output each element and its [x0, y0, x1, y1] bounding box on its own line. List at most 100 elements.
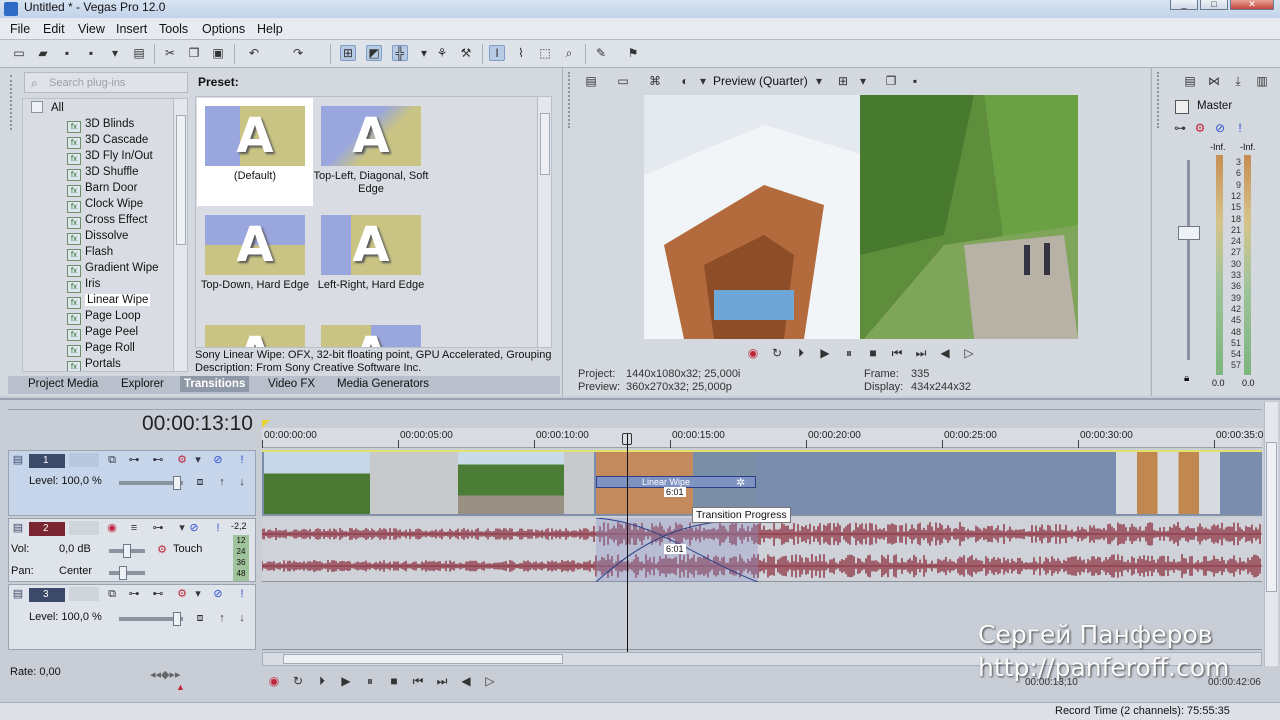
quality-dropdown-arrow[interactable]: ▾ — [811, 73, 827, 89]
preset-left-right[interactable]: A Left-Right, Hard Edge — [313, 207, 429, 315]
menu-options[interactable]: Options — [202, 22, 245, 36]
tab-transitions[interactable]: Transitions — [180, 376, 250, 392]
panel-grip[interactable] — [1157, 72, 1165, 128]
play-from-start-icon[interactable]: ⏵ — [793, 345, 809, 361]
pause-icon[interactable]: ⏸ — [841, 345, 857, 361]
video-clip-walkway[interactable] — [458, 452, 564, 514]
dropdown-icon[interactable]: ▾ — [416, 45, 432, 61]
what-is-this-icon[interactable]: ⚑ — [625, 45, 641, 61]
transition-region[interactable]: Linear Wipe 6:01 ✲ — [596, 452, 758, 514]
ignore-grouping-icon[interactable]: ⚘ — [434, 45, 450, 61]
master-lock-icon[interactable]: 🔒︎ — [1184, 373, 1189, 384]
tab-explorer[interactable]: Explorer — [121, 378, 164, 390]
menu-insert[interactable]: Insert — [116, 22, 147, 36]
next-frame-icon[interactable]: ▷ — [961, 345, 977, 361]
cut-icon[interactable]: ✂ — [162, 45, 178, 61]
paint-icon[interactable]: ✎ — [593, 45, 609, 61]
compositing-mode-icon[interactable]: ⊷ — [151, 587, 165, 601]
play-icon[interactable]: ▶ — [817, 345, 833, 361]
preset-top-down[interactable]: A Top-Down, Hard Edge — [197, 207, 313, 315]
maximize-button[interactable]: □ — [1200, 0, 1228, 10]
record-icon[interactable]: ◉ — [745, 345, 761, 361]
loop-icon[interactable]: ↻ — [290, 673, 306, 689]
level-slider[interactable] — [119, 612, 183, 626]
track-header-video-3[interactable]: ▤ 3 ⧉ ⊶ ⊷ ⚙ ▾ ⊘ ! Level: 100,0 % ⧈ ↑ ↓ — [8, 584, 256, 650]
copy-snapshot-icon[interactable]: ❐ — [883, 73, 899, 89]
track-name-field[interactable] — [69, 587, 99, 601]
master-record-icon[interactable]: ⚙ — [1192, 120, 1208, 136]
make-compositing-child-icon[interactable]: ↑ — [215, 475, 229, 489]
prev-frame-icon[interactable]: ◀ — [937, 345, 953, 361]
automation-icon[interactable]: ⚙ — [155, 543, 169, 557]
lock-envelopes-icon[interactable]: ╬ — [392, 45, 408, 61]
track-expand-icon[interactable]: ▤ — [11, 453, 25, 467]
external-monitor-icon[interactable]: ▭ — [615, 73, 631, 89]
next-frame-icon[interactable]: ▷ — [482, 673, 498, 689]
panel-grip[interactable] — [568, 72, 576, 128]
master-fx-icon[interactable]: ⊶ — [1172, 120, 1188, 136]
pause-icon[interactable]: ⏸ — [362, 673, 378, 689]
stop-icon[interactable]: ■ — [386, 673, 402, 689]
preset-scrollbar[interactable] — [537, 97, 551, 347]
auto-crossfade-icon[interactable]: ⚒ — [458, 45, 474, 61]
overlays-dropdown-icon[interactable]: ▾ — [855, 73, 871, 89]
menu-help[interactable]: Help — [257, 22, 283, 36]
mute-icon[interactable]: ⊘ — [187, 521, 201, 535]
tree-item-transition[interactable]: fx Gradient Wipe — [67, 261, 159, 277]
tab-video-fx[interactable]: Video FX — [268, 378, 315, 390]
mixer-properties-icon[interactable]: ▤ — [1182, 73, 1198, 89]
preset-more[interactable]: A — [197, 317, 313, 347]
save-icon[interactable]: ▪ — [59, 45, 75, 61]
timeline-vertical-scrollbar[interactable] — [1264, 402, 1278, 666]
envelope-tool-icon[interactable]: ⌇ — [513, 45, 529, 61]
tree-item-transition[interactable]: fx 3D Blinds — [67, 117, 134, 133]
track-expand-icon[interactable]: ▤ — [11, 587, 25, 601]
track-settings-icon[interactable]: ⚙ — [175, 587, 189, 601]
go-to-end-icon[interactable]: ⏭ — [434, 673, 450, 689]
preview-properties-icon[interactable]: ▤ — [583, 73, 599, 89]
mute-icon[interactable]: ⊘ — [211, 587, 225, 601]
tree-item-transition[interactable]: fx Dissolve — [67, 229, 128, 245]
track-motion-icon[interactable]: ⧉ — [105, 453, 119, 467]
tree-item-transition[interactable]: fx 3D Fly In/Out — [67, 149, 153, 165]
go-to-end-icon[interactable]: ⏭ — [913, 345, 929, 361]
video-clip-facade[interactable] — [1116, 452, 1220, 514]
settings-dropdown-icon[interactable]: ▾ — [191, 587, 205, 601]
tree-item-transition[interactable]: fx Page Loop — [67, 309, 141, 325]
timeline-timecode[interactable]: 00:00:13:10 — [142, 412, 253, 436]
arm-record-icon[interactable]: ◉ — [105, 521, 119, 535]
make-compositing-child-icon[interactable]: ↑ — [215, 611, 229, 625]
track-motion-icon[interactable]: ⧉ — [105, 587, 119, 601]
track-header-video-1[interactable]: ▤ 1 ⧉ ⊶ ⊷ ⚙ ▾ ⊘ ! Level: 100,0 % ⧈ ↑ ↓ — [8, 450, 256, 516]
tree-item-transition[interactable]: fx Iris — [67, 277, 100, 293]
split-screen-icon[interactable]: ◐ — [677, 73, 693, 89]
overlays-icon[interactable]: ⊞ — [835, 73, 851, 89]
play-from-start-icon[interactable]: ⏵ — [314, 673, 330, 689]
parent-composite-icon[interactable]: ⧈ — [193, 475, 207, 489]
track-expand-icon[interactable]: ▤ — [11, 521, 25, 535]
master-mute-icon[interactable]: ⊘ — [1212, 120, 1228, 136]
preset-default[interactable]: A (Default) — [197, 98, 313, 206]
tree-item-transition[interactable]: fx Linear Wipe — [67, 293, 151, 309]
tree-item-transition[interactable]: fx 3D Cascade — [67, 133, 148, 149]
mute-icon[interactable]: ⊘ — [211, 453, 225, 467]
undo-icon[interactable]: ↶ — [246, 45, 262, 61]
open-folder-icon[interactable]: ▰ — [35, 45, 51, 61]
menu-file[interactable]: File — [10, 22, 30, 36]
new-file-icon[interactable]: ▭ — [11, 45, 27, 61]
tree-item-transition[interactable]: fx 3D Shuffle — [67, 165, 139, 181]
settings-dropdown-icon[interactable]: ▾ — [191, 453, 205, 467]
tree-root-all[interactable]: All — [31, 101, 64, 114]
pan-slider[interactable] — [109, 566, 145, 580]
tab-media-generators[interactable]: Media Generators — [337, 378, 429, 390]
preview-quality[interactable]: Preview (Quarter) — [713, 74, 808, 88]
rate-slider[interactable]: ◂◂◆▸▸ — [150, 668, 181, 681]
go-to-start-icon[interactable]: ⏮ — [410, 673, 426, 689]
video-clip-park[interactable] — [264, 452, 370, 514]
normal-edit-tool-icon[interactable]: I — [489, 45, 505, 61]
track-header-audio-2[interactable]: ▤ 2 ◉ ≡ ⊶ ▾ ⊘ ! -2,2 Vol: 0,0 dB ⚙ Touch… — [8, 518, 256, 582]
master-fader[interactable] — [1178, 226, 1200, 240]
dim-output-icon[interactable]: ⤓ — [1230, 73, 1246, 89]
quality-dropdown-icon[interactable]: ▾ — [695, 73, 711, 89]
auto-ripple-icon[interactable]: ◩ — [366, 45, 382, 61]
